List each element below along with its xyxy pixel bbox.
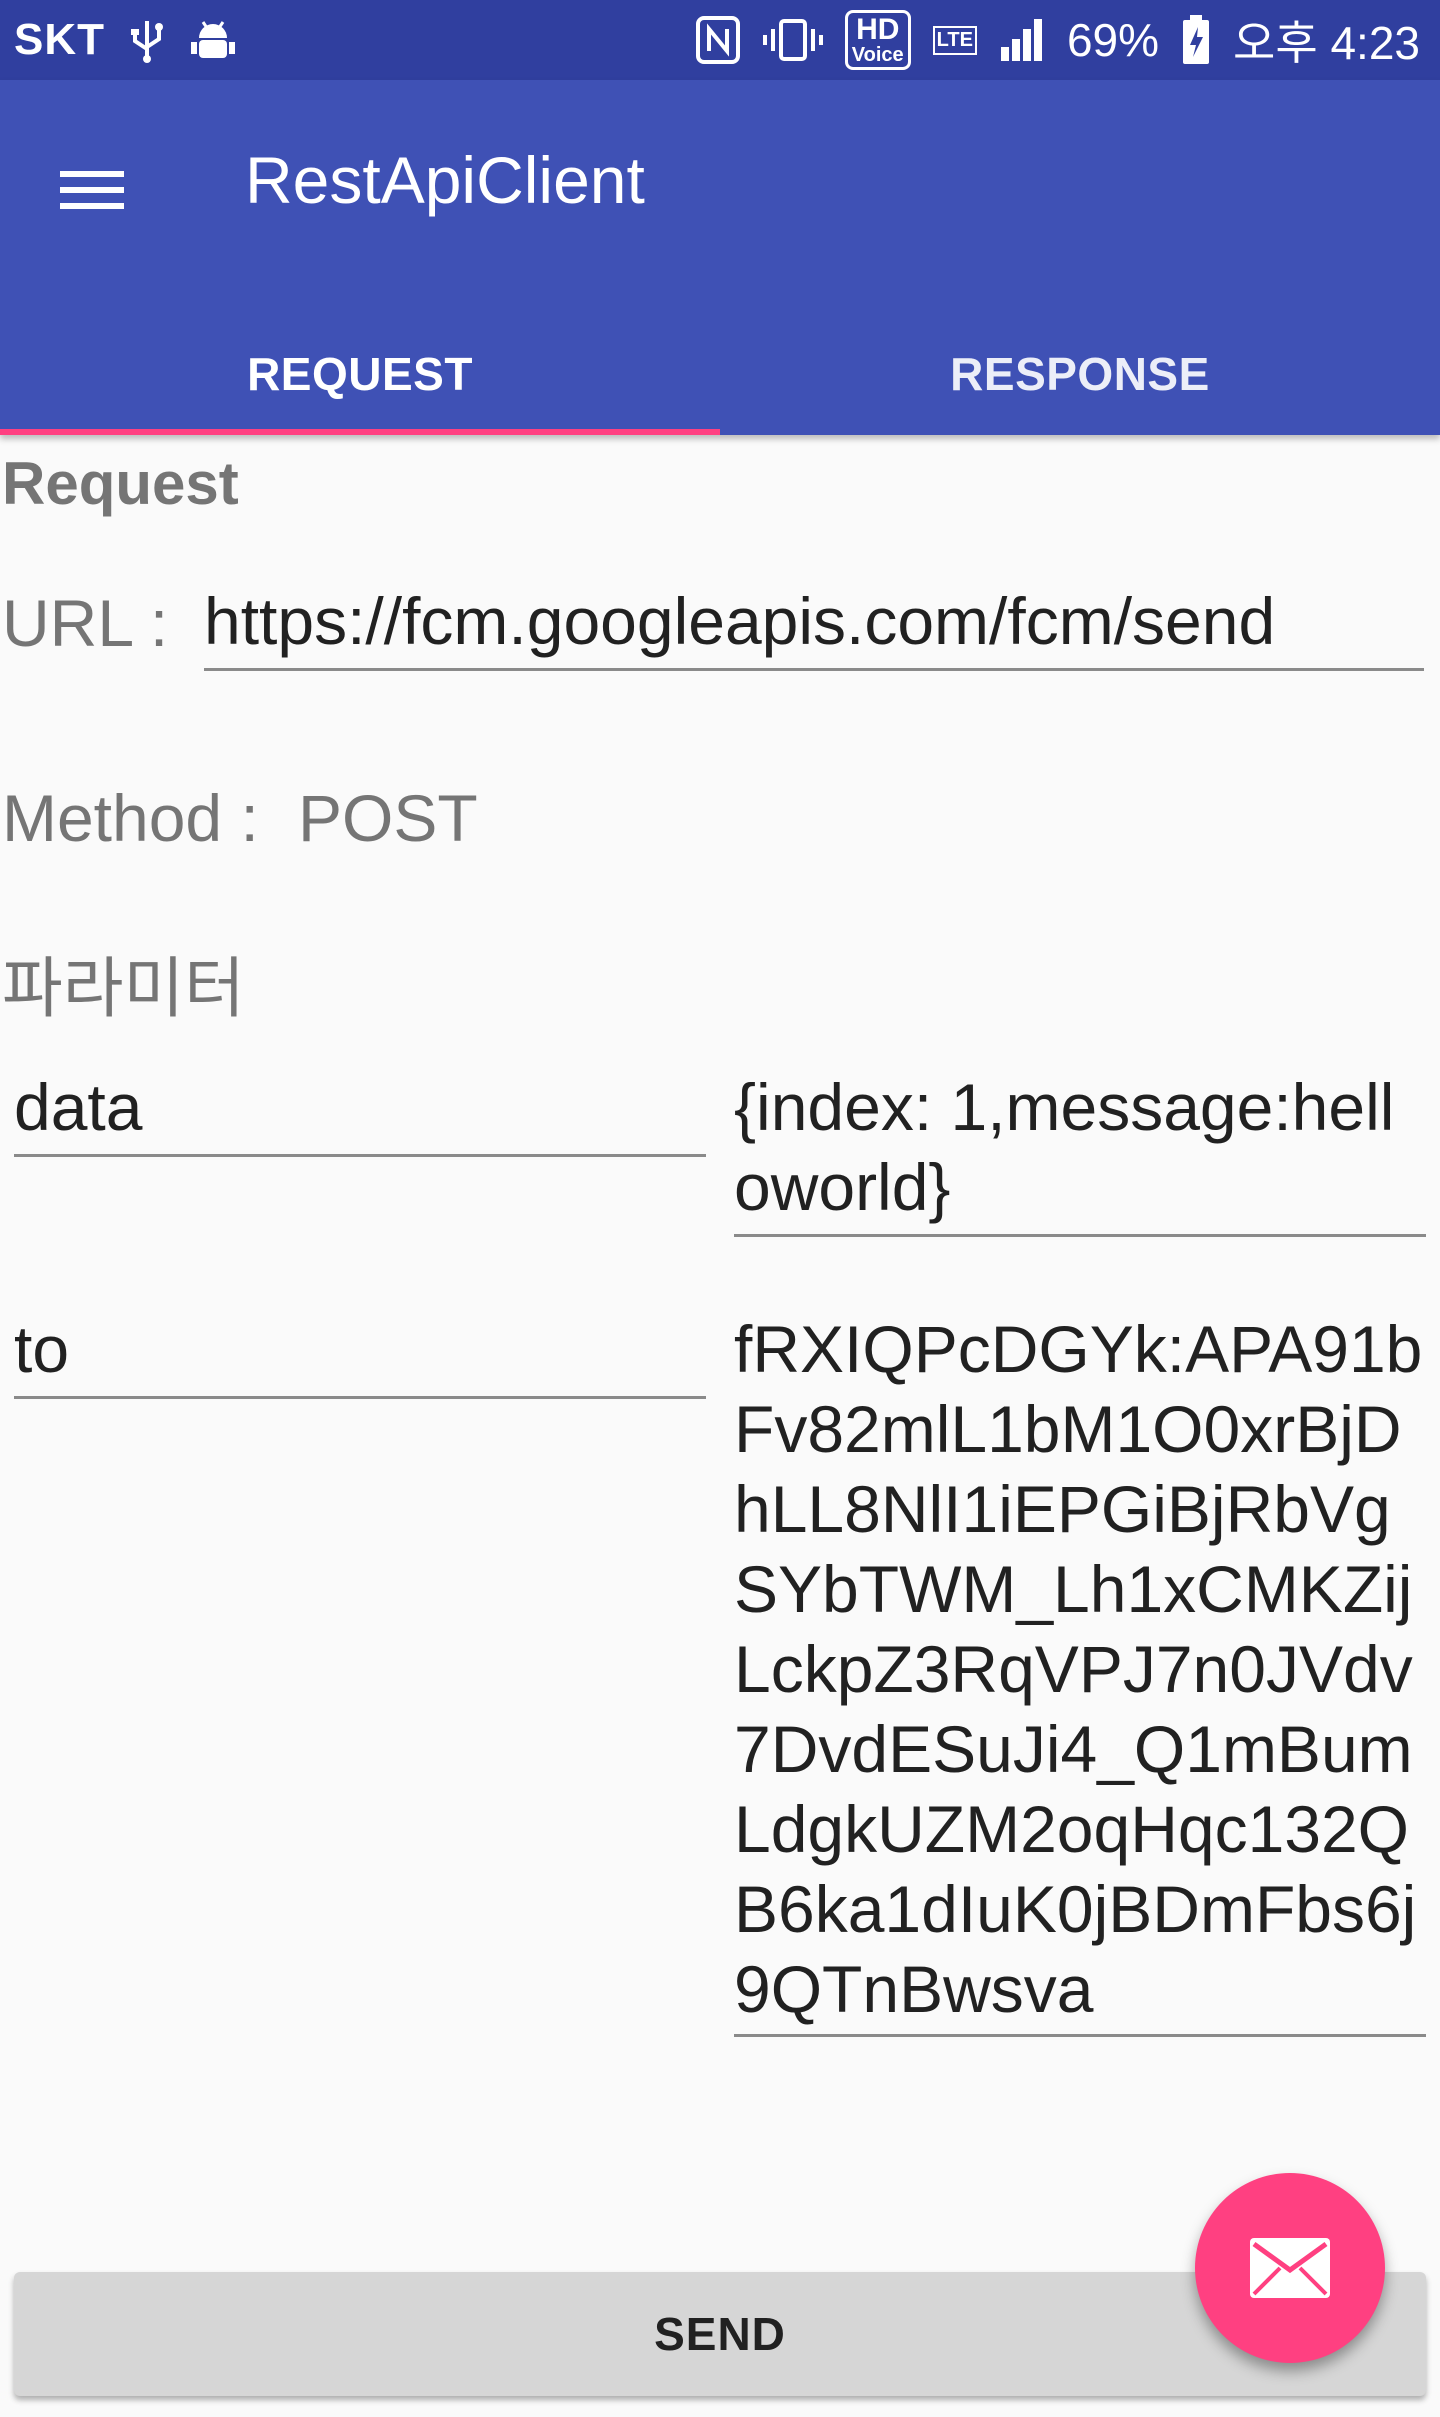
section-title: Request — [2, 450, 239, 517]
clock: 오후 4:23 — [1233, 17, 1420, 69]
url-label: URL : — [2, 586, 169, 660]
method-value: POST — [298, 781, 478, 855]
battery-percent: 69% — [1066, 14, 1160, 66]
mail-fab-button[interactable] — [1195, 2173, 1385, 2363]
hd-voice-icon: HD Voice — [844, 10, 911, 70]
app-bar: RestApiClient REQUEST RESPONSE — [0, 80, 1440, 435]
menu-button[interactable] — [42, 140, 142, 240]
tab-indicator — [0, 429, 720, 435]
param-key-data[interactable]: data — [14, 1067, 706, 1157]
param-key-to[interactable]: to — [14, 1309, 706, 1399]
param-value-to[interactable]: fRXIQPcDGYk:APA91bFv82mlL1bM1O0xrBjDhLL8… — [734, 1309, 1426, 2037]
tab-response[interactable]: RESPONSE — [720, 312, 1440, 435]
status-left: SKT — [14, 15, 237, 65]
carrier-label: SKT — [14, 15, 105, 64]
status-right: HD Voice LTE 69% 오후 4:23 — [695, 7, 1420, 73]
status-bar: SKT HD Voice LTE 69% 오후 4:23 — [0, 0, 1440, 80]
tab-request[interactable]: REQUEST — [0, 312, 720, 435]
url-input[interactable]: https://fcm.googleapis.com/fcm/send — [204, 581, 1424, 671]
android-debug-icon — [189, 16, 237, 64]
method-label: Method : — [2, 781, 259, 855]
app-title: RestApiClient — [245, 143, 645, 217]
usb-icon — [127, 15, 167, 65]
tab-bar: REQUEST RESPONSE — [0, 312, 1440, 435]
lte-icon: LTE — [932, 25, 977, 55]
voice-label: Voice — [851, 44, 904, 66]
hamburger-menu-icon — [60, 161, 124, 219]
battery-charging-icon — [1181, 15, 1211, 65]
nfc-icon — [695, 15, 741, 65]
signal-icon — [999, 17, 1045, 63]
hd-label: HD — [856, 13, 900, 46]
params-label: 파라미터 — [2, 951, 245, 1025]
vibrate-icon — [762, 15, 823, 65]
param-value-data[interactable]: {index: 1,message:helloworld} — [734, 1067, 1426, 1237]
mail-icon — [1250, 2238, 1330, 2298]
